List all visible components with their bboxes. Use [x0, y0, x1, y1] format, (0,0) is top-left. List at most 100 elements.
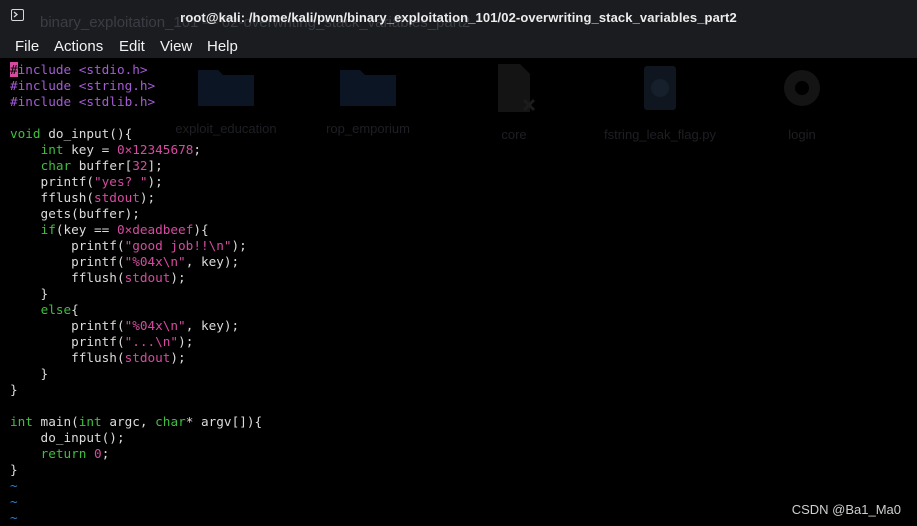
broken-file-icon [498, 64, 536, 112]
desktop-icon-login: login [746, 62, 858, 142]
code-token: char [40, 158, 72, 173]
code-token: int [78, 414, 102, 429]
code-token: ); [231, 238, 247, 253]
empty-buffer-tilde: ~ [10, 510, 262, 526]
desktop-icon-fstring-leak-flag: fstring_leak_flag.py [604, 62, 716, 142]
code-token: ); [170, 270, 186, 285]
code-token: ]; [147, 158, 163, 173]
code-line: printf("%04x\n", key); [10, 318, 262, 334]
code-token: stdout [94, 190, 140, 205]
menu-help[interactable]: Help [207, 38, 238, 55]
menu-actions[interactable]: Actions [54, 38, 103, 55]
code-token: printf( [10, 238, 125, 253]
code-token: } [10, 462, 18, 477]
vim-editor[interactable]: exploit_education rop_emporium core fstr… [0, 58, 917, 526]
code-line: fflush(stdout); [10, 190, 262, 206]
source-code[interactable]: #include <stdio.h> #include <string.h> #in… [10, 62, 262, 526]
code-line: return 0; [10, 446, 262, 462]
code-token: int [40, 142, 64, 157]
code-token: } [10, 286, 49, 301]
code-token: 0 [94, 446, 102, 461]
code-token: printf( [10, 254, 125, 269]
code-line: } [10, 382, 262, 398]
desktop-icon-core: core [458, 62, 570, 142]
code-token: } [10, 382, 18, 397]
empty-buffer-tilde: ~ [10, 494, 262, 510]
window-title: root@kali: /home/kali/pwn/binary_exploit… [180, 10, 737, 25]
code-token: ); [170, 350, 186, 365]
folder-icon [340, 70, 396, 106]
code-token: printf( [10, 174, 95, 189]
code-token: ~ [10, 494, 18, 509]
code-token: printf( [10, 334, 125, 349]
code-line: else{ [10, 302, 262, 318]
code-token: #include <string.h> [10, 78, 156, 93]
menu-bar: File Actions Edit View Help [0, 33, 917, 58]
code-line: } [10, 286, 262, 302]
code-line: int main(int argc, char* argv[]){ [10, 414, 262, 430]
code-line: #include <stdlib.h> [10, 94, 262, 110]
empty-buffer-tilde: ~ [10, 478, 262, 494]
code-token: fflush( [10, 350, 125, 365]
code-token: argc, [101, 414, 156, 429]
menu-edit[interactable]: Edit [119, 38, 145, 55]
code-token: stdout [124, 270, 171, 285]
code-line: printf("yes? "); [10, 174, 262, 190]
code-token: ; [193, 142, 201, 157]
code-token: ){ [193, 222, 209, 237]
code-token: int [10, 414, 33, 429]
code-token: return [40, 446, 87, 461]
code-token: else [40, 302, 72, 317]
code-token: * argv[]){ [185, 414, 263, 429]
code-line: char buffer[32]; [10, 158, 262, 174]
csdn-watermark: CSDN @Ba1_Ma0 [791, 502, 901, 517]
code-token: 32 [132, 158, 148, 173]
menu-file[interactable]: File [15, 38, 39, 55]
gear-executable-icon [784, 70, 820, 106]
code-token: stdout [124, 350, 171, 365]
code-token: 0×12345678 [116, 142, 194, 157]
code-token: ~ [10, 510, 18, 525]
code-line: do_input(); [10, 430, 262, 446]
code-token: printf( [10, 318, 125, 333]
code-token: , key); [185, 318, 240, 333]
code-token: char [155, 414, 186, 429]
code-line: printf("...\n"); [10, 334, 262, 350]
menu-view[interactable]: View [160, 38, 192, 55]
code-token: #include <stdlib.h> [10, 94, 156, 109]
code-line: fflush(stdout); [10, 270, 262, 286]
python-file-icon [644, 66, 676, 110]
code-token: "good job!!\n" [124, 238, 232, 253]
code-token: "...\n" [124, 334, 179, 349]
code-token: "yes? " [94, 174, 148, 189]
code-token: { [71, 302, 79, 317]
code-token: , key); [185, 254, 240, 269]
code-line: #include <string.h> [10, 78, 262, 94]
code-line: gets(buffer); [10, 206, 262, 222]
code-line: printf("good job!!\n"); [10, 238, 262, 254]
code-line: int key = 0×12345678; [10, 142, 262, 158]
code-token: ; [101, 446, 110, 461]
code-line: fflush(stdout); [10, 350, 262, 366]
code-line: #include <stdio.h> [10, 62, 262, 78]
code-token: fflush( [10, 270, 125, 285]
window-titlebar[interactable]: binary_exploitation_101 — 02-overwriting… [0, 0, 917, 33]
code-line: } [10, 366, 262, 382]
code-token: if [40, 222, 56, 237]
code-token: include <stdio.h> [17, 62, 148, 77]
code-token: ); [178, 334, 194, 349]
code-line: if(key == 0×deadbeef){ [10, 222, 262, 238]
code-token: main( [32, 414, 79, 429]
code-line: printf("%04x\n", key); [10, 254, 262, 270]
code-token: buffer[ [71, 158, 133, 173]
code-token: void [10, 126, 41, 141]
code-token: key = [63, 142, 117, 157]
code-token: ~ [10, 478, 18, 493]
code-token: ); [147, 174, 163, 189]
